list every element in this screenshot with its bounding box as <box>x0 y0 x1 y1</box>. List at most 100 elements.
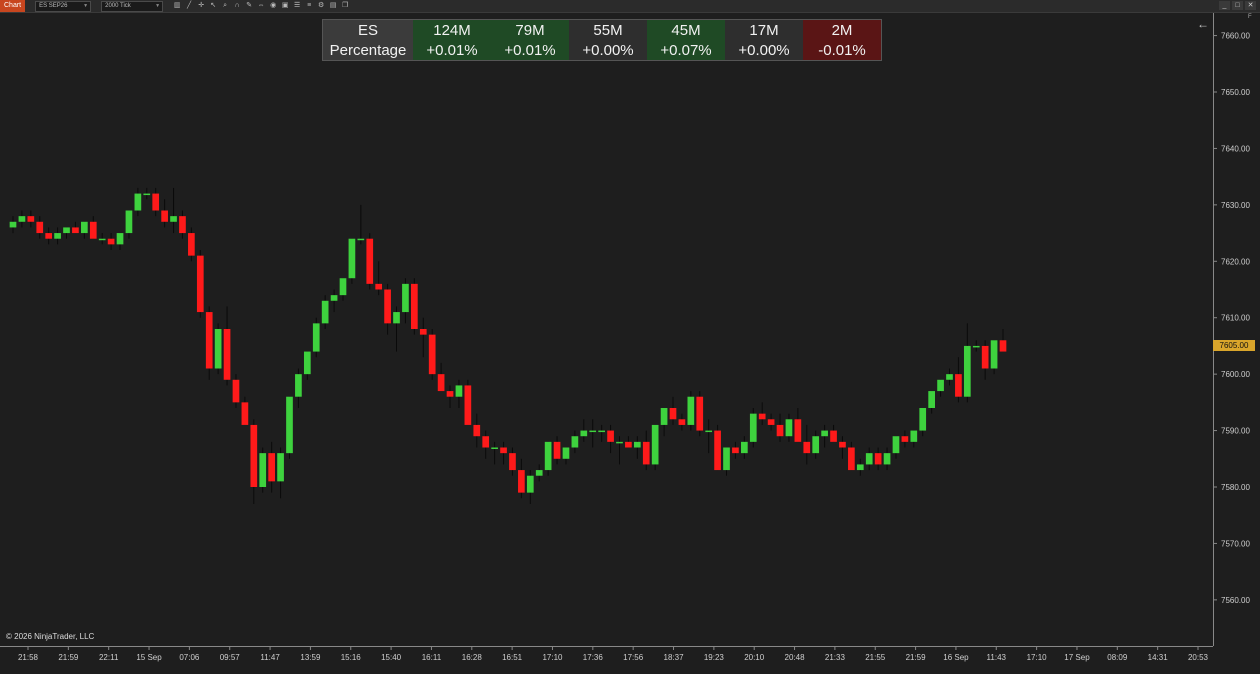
candle-body <box>259 453 267 487</box>
candle-body <box>526 475 534 493</box>
candle-body <box>785 419 793 437</box>
stats-header-cell: 55M <box>569 19 647 40</box>
candle-body <box>500 447 507 454</box>
candle-body <box>509 453 516 471</box>
candle-body <box>419 329 427 335</box>
candle-body <box>9 221 17 228</box>
candle-body <box>72 227 79 234</box>
candle-body <box>491 447 498 449</box>
instrument-selector[interactable]: ES SEP26 ▼ <box>35 0 92 12</box>
candle-body <box>990 340 998 369</box>
interval-selector[interactable]: 2000 Tick ▼ <box>101 0 164 12</box>
candle-body <box>571 436 579 448</box>
maximize-icon[interactable]: □ <box>1232 1 1243 10</box>
candle-body <box>963 345 971 397</box>
candle-body <box>393 312 400 324</box>
measure-icon[interactable]: ⇔ <box>257 2 265 10</box>
candle-body <box>125 210 133 234</box>
candle-body <box>170 216 177 222</box>
candle-body <box>651 424 659 465</box>
candle-body <box>81 221 88 234</box>
candle-body <box>179 216 186 234</box>
x-tick-label: 13:59 <box>300 653 321 662</box>
window-controls: _ □ ✕ <box>1219 1 1256 10</box>
candle-body <box>633 441 641 448</box>
properties-icon[interactable]: ☰ <box>293 2 301 10</box>
candle-body <box>830 430 837 442</box>
stats-value-cell: -0.01% <box>803 40 882 61</box>
zoom-icon[interactable]: ⌕ <box>221 2 229 10</box>
candle-body <box>848 447 855 471</box>
candle-body <box>776 424 784 437</box>
x-tick-label: 21:59 <box>906 653 927 662</box>
x-tick-label: 07:06 <box>179 653 200 662</box>
stats-row-label: Percentage <box>322 40 413 61</box>
candle-body <box>981 345 989 369</box>
trend-icon[interactable]: ╱ <box>185 2 193 10</box>
list-icon[interactable]: ≡ <box>305 2 313 10</box>
candle-body <box>89 221 97 239</box>
candle-body <box>134 193 142 211</box>
global-icon[interactable]: ◉ <box>269 2 277 10</box>
candle-body <box>286 396 293 454</box>
y-tick-label: 7600.00 <box>1221 370 1250 379</box>
stats-value-cell: +0.01% <box>491 40 569 61</box>
candle-body <box>241 402 249 425</box>
x-tick-label: 20:53 <box>1188 653 1209 662</box>
candle-body <box>196 255 204 313</box>
candle-body <box>669 408 677 420</box>
strategy-icon[interactable]: ⚙ <box>317 2 325 10</box>
stats-header-cell: 2M <box>803 19 882 40</box>
candle-body <box>723 447 730 471</box>
candle-body <box>348 238 356 279</box>
x-tick-label: 22:11 <box>99 653 119 662</box>
last-price-badge: 7605.00 <box>1213 339 1255 351</box>
candle-body <box>518 470 525 493</box>
stats-value-cell: +0.00% <box>725 40 803 61</box>
y-tick-label: 7580.00 <box>1221 483 1250 492</box>
candle-body <box>544 441 552 471</box>
snapshot-icon[interactable]: ▣ <box>281 2 289 10</box>
draw-icon[interactable]: ✎ <box>245 2 253 10</box>
candle-body <box>455 385 463 397</box>
y-tick-label: 7650.00 <box>1221 88 1250 97</box>
arrow-left-icon[interactable]: ← <box>1197 17 1209 31</box>
candle-body <box>152 193 160 211</box>
x-tick-label: 08:09 <box>1107 653 1128 662</box>
x-tick-label: 17:56 <box>623 653 644 662</box>
close-icon[interactable]: ✕ <box>1245 1 1256 10</box>
candle-body <box>955 374 962 397</box>
pointer-icon[interactable]: ↖ <box>209 2 217 10</box>
candle-body <box>758 413 766 420</box>
candle-body <box>54 233 61 239</box>
candle-body <box>277 453 284 482</box>
candle-body <box>366 238 374 284</box>
candle-body <box>901 436 909 442</box>
toolbar: Chart ES SEP26 ▼ 2000 Tick ▼ ▥ ╱ ✛ ↖ ⌕ ∩ ✎ ⇔ ◉ ▣ ☰… <box>0 0 1260 13</box>
bar-chart-icon[interactable]: ▥ <box>173 2 181 10</box>
minimize-icon[interactable]: _ <box>1219 1 1230 10</box>
candle-body <box>642 441 650 465</box>
chevron-down-icon: ▼ <box>155 2 161 9</box>
candle-body <box>375 283 383 290</box>
candle-body <box>937 379 944 392</box>
magnet-icon[interactable]: ∩ <box>233 2 241 10</box>
crosshair-icon[interactable]: ✛ <box>197 2 205 10</box>
candle-body <box>437 374 445 392</box>
y-tick-label: 7610.00 <box>1221 314 1250 323</box>
x-tick-label: 20:48 <box>785 653 806 662</box>
chart-tab[interactable]: Chart <box>0 0 26 12</box>
candle-body <box>928 391 935 408</box>
candle-body <box>946 374 953 380</box>
dom-icon[interactable]: ▤ <box>329 2 337 10</box>
candle-body <box>63 227 70 234</box>
f-icon: F <box>1248 14 1252 20</box>
candle-body <box>473 424 481 437</box>
candle-body <box>660 408 668 425</box>
stats-value-cell: +0.07% <box>647 40 725 61</box>
candle-body <box>205 312 213 369</box>
window-icon[interactable]: ❐ <box>341 2 349 10</box>
candle-body <box>312 323 320 352</box>
candle-body <box>687 396 695 425</box>
price-chart[interactable]: 7660.00 7650.00 7640.00 7630.00 7620.00 7610.… <box>0 13 1260 674</box>
